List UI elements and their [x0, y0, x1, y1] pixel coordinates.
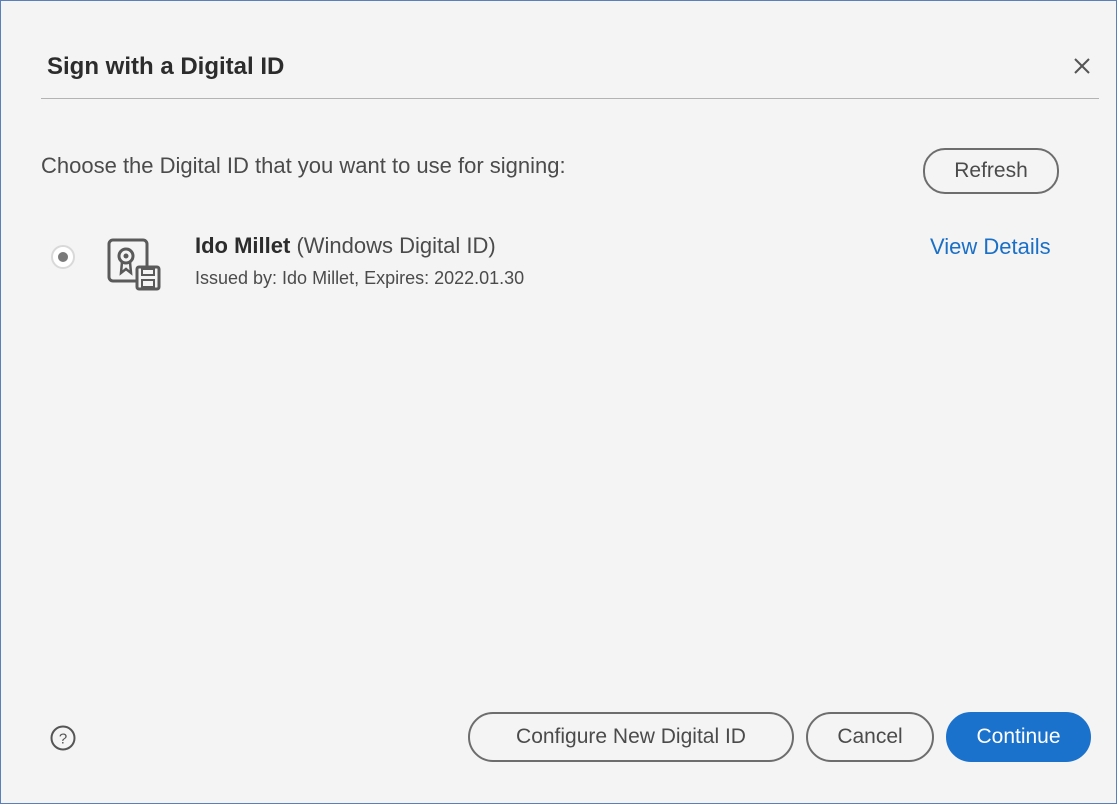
digital-id-type: (Windows Digital ID): [290, 233, 496, 258]
configure-new-digital-id-button[interactable]: Configure New Digital ID: [468, 712, 794, 762]
close-button[interactable]: [1067, 51, 1097, 81]
title-divider: [41, 98, 1099, 99]
refresh-button[interactable]: Refresh: [923, 148, 1059, 194]
continue-button[interactable]: Continue: [946, 712, 1091, 762]
close-icon: [1074, 58, 1090, 74]
help-icon: ?: [50, 725, 76, 751]
digital-id-issued-info: Issued by: Ido Millet, Expires: 2022.01.…: [195, 268, 525, 288]
help-button[interactable]: ?: [50, 725, 76, 751]
digital-id-name: Ido Millet: [195, 233, 291, 258]
digital-id-radio[interactable]: [51, 245, 75, 269]
cancel-button[interactable]: Cancel: [806, 712, 934, 762]
radio-selected-dot: [58, 252, 68, 262]
view-details-link[interactable]: View Details: [930, 234, 1051, 260]
certificate-icon: [107, 238, 161, 291]
svg-text:?: ?: [59, 731, 67, 748]
sign-digital-id-dialog: Sign with a Digital ID Choose the Digita…: [0, 0, 1117, 804]
dialog-title: Sign with a Digital ID: [47, 53, 285, 80]
digital-id-name-line: Ido Millet (Windows Digital ID): [195, 233, 496, 259]
choose-id-prompt: Choose the Digital ID that you want to u…: [41, 153, 566, 178]
